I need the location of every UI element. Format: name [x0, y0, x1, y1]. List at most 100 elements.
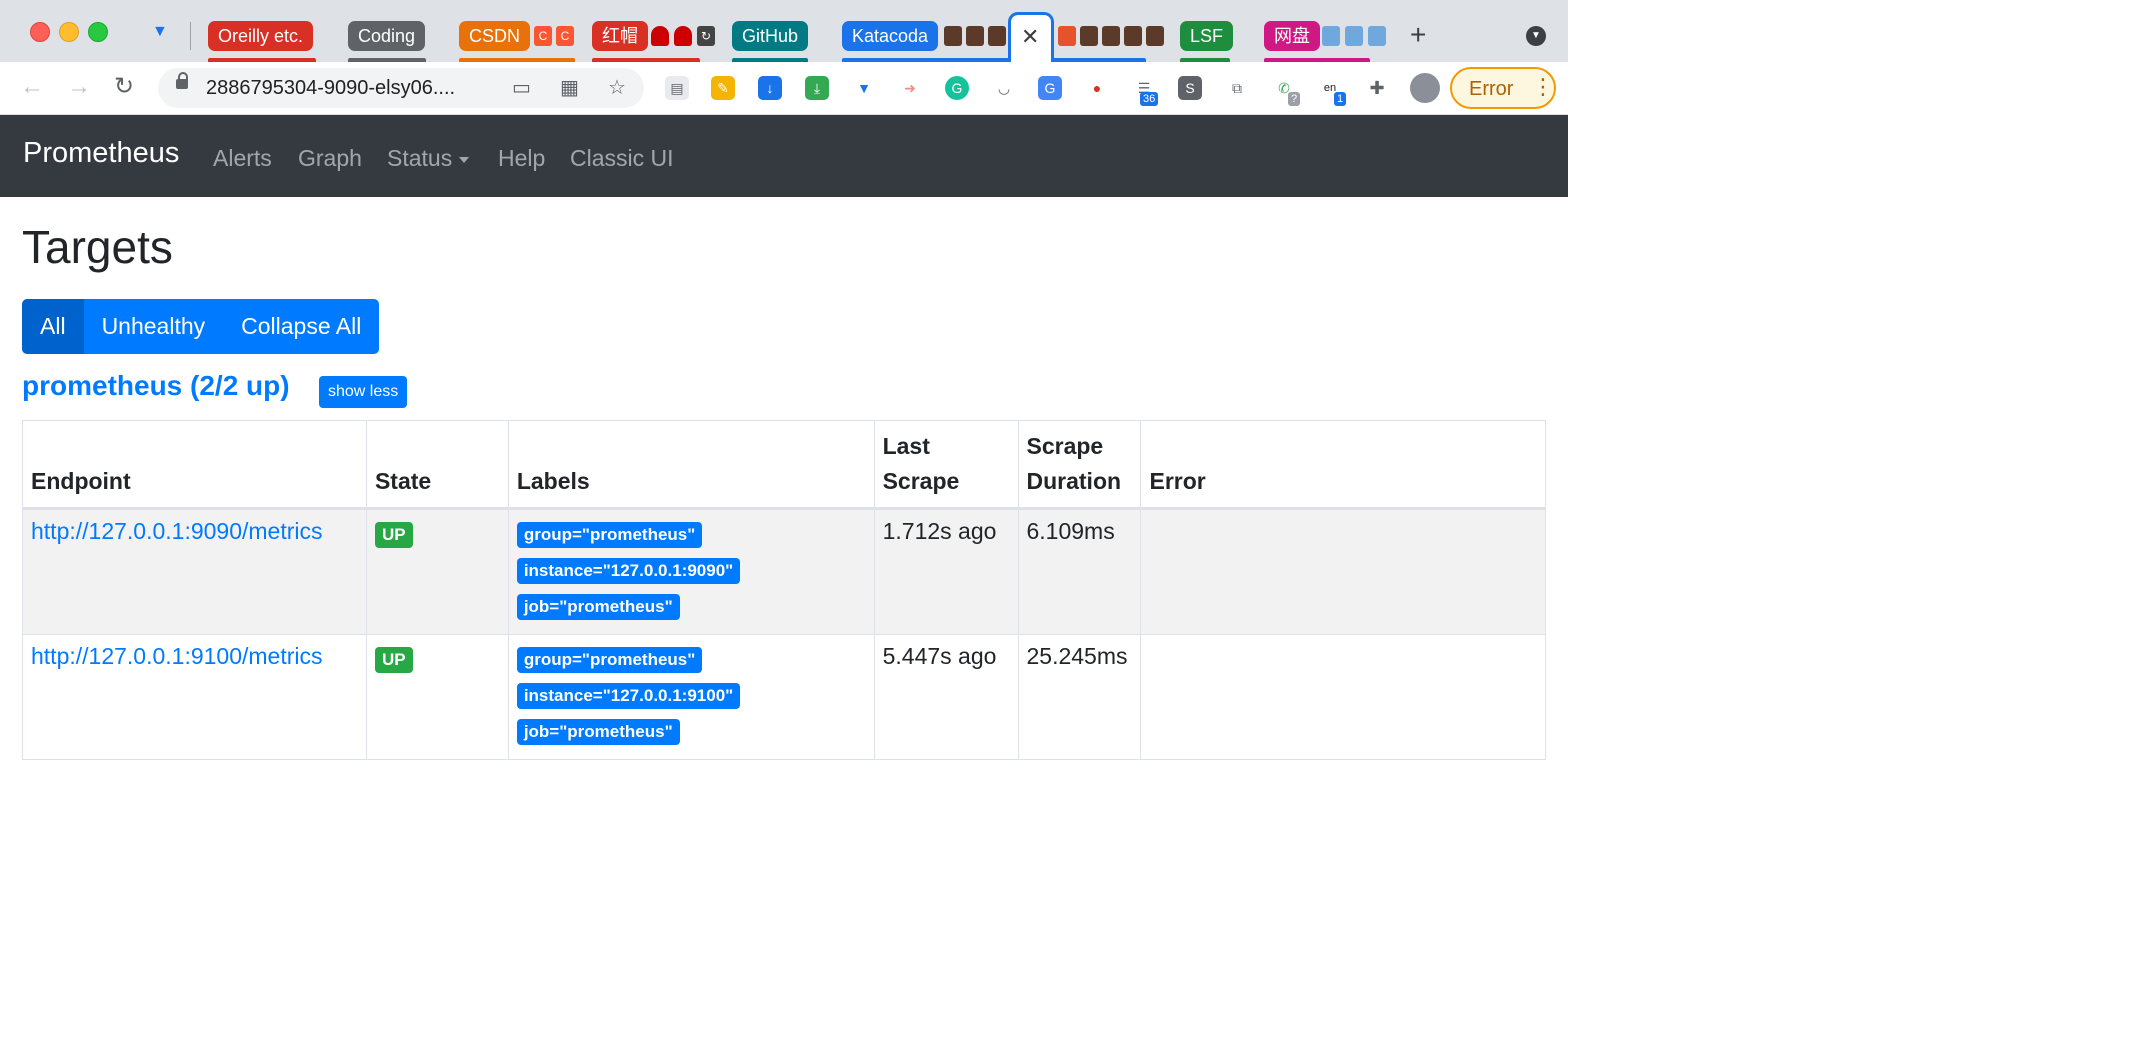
katacoda-favicon[interactable]: [1080, 26, 1098, 46]
browser-tab-strip: ▼ Oreilly etc. Coding CSDN C C 红帽 ↻ GitH…: [0, 0, 1568, 62]
header-labels: Labels: [507, 420, 875, 510]
nav-graph[interactable]: Graph: [298, 145, 362, 172]
filter-unhealthy-button[interactable]: Unhealthy: [83, 299, 224, 354]
tab-group-oreilly[interactable]: Oreilly etc.: [208, 21, 314, 51]
labels-cell: group="prometheus" instance="127.0.0.1:9…: [507, 634, 875, 760]
cast-icon[interactable]: ▭: [512, 76, 531, 100]
katacoda-favicon[interactable]: [944, 26, 962, 46]
header-scrape-duration-line2: Duration: [1026, 468, 1122, 494]
state-badge: UP: [374, 647, 413, 673]
filter-all-button[interactable]: All: [22, 299, 84, 354]
tab-group-redhat[interactable]: 红帽: [592, 21, 648, 51]
redhat-favicon[interactable]: [651, 26, 669, 46]
csdn-favicon[interactable]: C: [556, 26, 574, 46]
funnel-icon[interactable]: ▼: [152, 22, 168, 42]
label-badge: job="prometheus": [516, 594, 680, 620]
prometheus-favicon[interactable]: [1058, 26, 1076, 46]
reload-icon[interactable]: ↻: [114, 74, 134, 100]
close-tab-icon[interactable]: ✕: [1021, 26, 1039, 48]
tab-group-lsf[interactable]: LSF: [1180, 21, 1234, 51]
scrape-pool-title[interactable]: prometheus (2/2 up): [22, 370, 290, 402]
label-badge: job="prometheus": [516, 719, 680, 745]
scrape-duration-cell: 6.109ms: [1017, 508, 1142, 635]
document-extension-icon[interactable]: ▤: [665, 76, 689, 100]
katacoda-favicon[interactable]: [1146, 26, 1164, 46]
katacoda-favicon[interactable]: [988, 26, 1006, 46]
collapse-all-button[interactable]: Collapse All: [223, 299, 380, 354]
state-badge: UP: [374, 522, 413, 548]
browser-toolbar: ← → ↻ 2886795304-9090-elsy06.... ▭ ▦ ☆ ▤…: [0, 62, 1568, 115]
funnel-extension-icon[interactable]: ▼: [852, 76, 876, 100]
cloud-favicon[interactable]: [1368, 26, 1386, 46]
address-bar[interactable]: 2886795304-9090-elsy06.... ▭ ▦ ☆: [158, 68, 644, 108]
nav-status-dropdown[interactable]: Status: [387, 145, 470, 172]
pocket-icon[interactable]: ◡: [992, 76, 1016, 100]
page-title: Targets: [22, 221, 173, 273]
labels-cell: group="prometheus" instance="127.0.0.1:9…: [507, 508, 875, 635]
header-last-scrape: Last Scrape: [873, 420, 1019, 510]
state-cell: UP: [365, 508, 509, 635]
pin-extension-icon[interactable]: ●: [1085, 76, 1109, 100]
screens-extension-icon[interactable]: ⧉: [1225, 76, 1249, 100]
lock-icon[interactable]: [176, 72, 188, 89]
back-arrow-icon[interactable]: ←: [20, 74, 44, 100]
brand-logo[interactable]: Prometheus: [23, 137, 179, 170]
more-menu-icon[interactable]: ⋮: [1532, 75, 1554, 99]
table-header-row: Endpoint State Labels Last Scrape Scrape D…: [22, 420, 1546, 510]
refresh-favicon[interactable]: ↻: [697, 26, 715, 46]
lang-badge: 1: [1334, 92, 1347, 106]
extension-counter-badge: 36: [1140, 92, 1159, 106]
error-cell: [1140, 508, 1546, 635]
window-close-button[interactable]: [30, 22, 50, 42]
last-scrape-cell: 5.447s ago: [873, 634, 1019, 760]
downloader-extension-icon[interactable]: ⤓: [805, 76, 829, 100]
katacoda-favicon[interactable]: [966, 26, 984, 46]
redhat-favicon[interactable]: [674, 26, 692, 46]
address-url[interactable]: 2886795304-9090-elsy06....: [206, 77, 455, 100]
tab-separator: [190, 22, 191, 50]
translate-icon[interactable]: G: [1038, 76, 1062, 100]
label-badge: group="prometheus": [516, 522, 703, 548]
label-badge: instance="127.0.0.1:9090": [516, 558, 741, 584]
arrow-extension-icon[interactable]: ➜: [898, 76, 922, 100]
download-extension-icon[interactable]: ↓: [758, 76, 782, 100]
tab-search-icon[interactable]: ▼: [1526, 26, 1546, 46]
endpoint-cell: http://127.0.0.1:9100/metrics: [22, 634, 367, 760]
csdn-favicon[interactable]: C: [534, 26, 552, 46]
tab-group-katacoda[interactable]: Katacoda: [842, 21, 939, 51]
s-extension-icon[interactable]: S: [1178, 76, 1202, 100]
nav-alerts[interactable]: Alerts: [213, 145, 272, 172]
state-cell: UP: [365, 634, 509, 760]
cloud-favicon[interactable]: [1345, 26, 1363, 46]
tab-group-github[interactable]: GitHub: [732, 21, 809, 51]
tab-group-csdn[interactable]: CSDN: [459, 21, 531, 51]
last-scrape-cell: 1.712s ago: [873, 508, 1019, 635]
header-last-scrape-line2: Scrape: [882, 468, 960, 494]
endpoint-link[interactable]: http://127.0.0.1:9100/metrics: [31, 643, 323, 669]
endpoint-link[interactable]: http://127.0.0.1:9090/metrics: [31, 518, 323, 544]
puzzle-extensions-icon[interactable]: ✚: [1365, 76, 1389, 100]
grammarly-icon[interactable]: G: [945, 76, 969, 100]
endpoint-cell: http://127.0.0.1:9090/metrics: [22, 508, 367, 635]
cloud-favicon[interactable]: [1322, 26, 1340, 46]
tab-group-pan[interactable]: 网盘: [1264, 21, 1320, 51]
qr-code-icon[interactable]: ▦: [560, 76, 579, 100]
active-tab[interactable]: ✕: [1008, 12, 1054, 62]
nav-classic-ui[interactable]: Classic UI: [570, 145, 674, 172]
tab-group-coding[interactable]: Coding: [348, 21, 426, 51]
forward-arrow-icon[interactable]: →: [67, 74, 91, 100]
error-cell: [1140, 634, 1546, 760]
pen-extension-icon[interactable]: ✎: [711, 76, 735, 100]
profile-error-button[interactable]: Error ⋮: [1450, 67, 1556, 109]
header-scrape-duration: Scrape Duration: [1017, 420, 1142, 510]
show-less-button[interactable]: show less: [319, 376, 408, 408]
window-minimize-button[interactable]: [59, 22, 79, 42]
katacoda-favicon[interactable]: [1124, 26, 1142, 46]
label-badge: group="prometheus": [516, 647, 703, 673]
new-tab-button[interactable]: +: [1410, 20, 1426, 50]
window-zoom-button[interactable]: [88, 22, 108, 42]
katacoda-favicon[interactable]: [1102, 26, 1120, 46]
nav-help[interactable]: Help: [498, 145, 545, 172]
profile-avatar[interactable]: [1410, 73, 1440, 103]
bookmark-star-icon[interactable]: ☆: [608, 76, 626, 100]
